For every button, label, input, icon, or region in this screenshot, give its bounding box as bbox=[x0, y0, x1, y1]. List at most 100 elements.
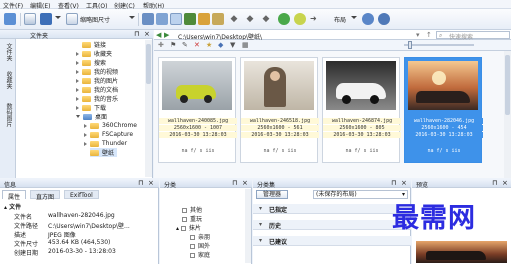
folders-scrollbar[interactable] bbox=[145, 40, 152, 177]
tab-folders[interactable]: 文件夹 bbox=[3, 43, 12, 61]
close-icon[interactable]: × bbox=[502, 179, 508, 187]
expand-arrow-icon[interactable] bbox=[76, 78, 79, 83]
tab-histogram[interactable]: 直方图 bbox=[30, 190, 61, 201]
photo-icon[interactable] bbox=[184, 13, 196, 25]
group-suggested[interactable]: ▾ 已建议 bbox=[253, 236, 411, 246]
tree-item-my-videos[interactable]: 我的视频 bbox=[76, 67, 118, 76]
tree-item-wallpaper[interactable]: 壁纸 bbox=[90, 148, 118, 157]
thumbnail-image[interactable] bbox=[408, 61, 478, 110]
group-history[interactable]: ▾ 历史 bbox=[253, 220, 411, 230]
scrollbar-thumb[interactable] bbox=[505, 55, 510, 115]
label-icon[interactable]: ✕ bbox=[194, 41, 200, 49]
tree-item-thunder[interactable]: Thunder bbox=[84, 139, 127, 148]
settings-icon[interactable] bbox=[362, 13, 374, 25]
grid-view-icon[interactable] bbox=[24, 13, 36, 25]
expand-arrow-icon[interactable] bbox=[76, 60, 79, 65]
back-icon[interactable]: ◀ bbox=[156, 31, 161, 39]
expand-arrow-icon[interactable] bbox=[84, 141, 87, 146]
checkbox[interactable] bbox=[182, 217, 187, 222]
help-icon[interactable] bbox=[378, 13, 390, 25]
content-scrollbar[interactable] bbox=[504, 51, 511, 178]
checkbox[interactable] bbox=[180, 226, 186, 231]
pin-icon[interactable]: ⊓ bbox=[391, 179, 396, 187]
checkbox[interactable] bbox=[190, 235, 195, 240]
search-input[interactable]: ⌕ 快速搜索 bbox=[436, 31, 510, 41]
expand-arrow-icon[interactable] bbox=[84, 132, 87, 137]
thumbnail-image[interactable] bbox=[162, 61, 232, 110]
tag-icon[interactable]: ✎ bbox=[182, 41, 188, 49]
tab-exiftool[interactable]: ExifTool bbox=[64, 190, 99, 199]
thumbnail-item[interactable]: wallhaven-246518.jpg 2560x1600 - 561 201… bbox=[240, 57, 319, 163]
checkbox[interactable] bbox=[190, 253, 195, 258]
refresh-icon[interactable] bbox=[278, 13, 290, 25]
tree-item-fscapture[interactable]: FSCapture bbox=[84, 130, 133, 139]
edit-icon[interactable] bbox=[198, 13, 210, 25]
pin-icon[interactable]: ⊓ bbox=[232, 179, 237, 187]
color-label-icon[interactable]: ◆ bbox=[218, 41, 223, 49]
thumbnail-size-icon[interactable] bbox=[66, 13, 78, 25]
thumbnail-size-label[interactable]: 缩略图尺寸 bbox=[80, 15, 110, 24]
slideshow-icon[interactable] bbox=[170, 13, 182, 25]
view-mode-icon[interactable]: ▦ bbox=[242, 41, 249, 49]
tab-favorites[interactable]: 收藏夹 bbox=[3, 71, 12, 89]
close-icon[interactable]: × bbox=[242, 179, 248, 187]
expand-arrow-icon[interactable] bbox=[76, 87, 79, 92]
chevron-down-icon[interactable] bbox=[350, 13, 358, 25]
expand-arrow-icon[interactable] bbox=[76, 69, 79, 74]
category-item[interactable]: 其他 bbox=[182, 205, 202, 214]
sync-icon[interactable] bbox=[294, 13, 306, 25]
zoom-slider-handle[interactable] bbox=[408, 41, 412, 49]
expand-arrow-icon[interactable] bbox=[84, 123, 87, 128]
pin-icon[interactable]: ⊓ bbox=[492, 179, 497, 187]
tree-item-search[interactable]: 搜索 bbox=[76, 58, 106, 67]
checkbox[interactable] bbox=[190, 244, 195, 249]
category-item[interactable]: 亲朋 bbox=[190, 232, 210, 241]
tab-properties[interactable]: 属性 bbox=[2, 190, 27, 201]
close-icon[interactable]: × bbox=[401, 179, 407, 187]
manager-button[interactable]: 管理器 bbox=[256, 190, 288, 199]
browser-view-icon[interactable] bbox=[4, 13, 16, 25]
flip-icon[interactable]: ◆ bbox=[260, 13, 272, 25]
filter-icon[interactable] bbox=[156, 13, 168, 25]
category-scrollbar[interactable] bbox=[245, 189, 251, 263]
chevron-down-icon[interactable] bbox=[128, 13, 136, 25]
thumbnail-image[interactable] bbox=[244, 61, 314, 110]
tree-item-favorites[interactable]: 收藏夹 bbox=[76, 49, 112, 58]
tree-item-downloads[interactable]: 下载 bbox=[76, 103, 106, 112]
category-item[interactable]: 国外 bbox=[190, 241, 210, 250]
pin-icon[interactable]: ⊓ bbox=[134, 30, 139, 38]
close-icon[interactable]: × bbox=[148, 179, 154, 187]
expand-arrow-icon[interactable] bbox=[76, 115, 80, 118]
star-icon[interactable] bbox=[40, 13, 52, 25]
rating-icon[interactable]: ★ bbox=[206, 41, 212, 49]
zoom-slider[interactable] bbox=[404, 41, 474, 49]
tree-item-my-music[interactable]: 我的音乐 bbox=[76, 94, 118, 103]
chevron-down-icon[interactable] bbox=[54, 13, 62, 25]
sort-icon[interactable] bbox=[142, 13, 154, 25]
group-assigned[interactable]: ▾ 已指定 bbox=[253, 204, 411, 214]
expand-arrow-icon[interactable] bbox=[76, 96, 79, 101]
forward-icon[interactable]: ▶ bbox=[164, 31, 169, 39]
chevron-down-icon[interactable]: ▾ bbox=[416, 31, 420, 39]
rotate-right-icon[interactable]: ◆ bbox=[244, 13, 256, 25]
info-section-file[interactable]: ▴ 文件 bbox=[4, 202, 21, 211]
tree-item-my-documents[interactable]: 我的文档 bbox=[76, 85, 118, 94]
thumbnail-item[interactable]: wallhaven-246874.jpg 2560x1600 - 805 201… bbox=[322, 57, 401, 163]
category-item[interactable]: ▴ 抹片 bbox=[176, 223, 201, 232]
layout-label[interactable]: 布局 bbox=[334, 15, 346, 24]
close-icon[interactable]: × bbox=[144, 30, 150, 38]
tab-digital-photos[interactable]: 数码图片 bbox=[3, 103, 12, 127]
thumbnail-item[interactable]: wallhaven-240085.jpg 2560x1600 - 1007 20… bbox=[158, 57, 237, 163]
up-folder-icon[interactable]: ↑ bbox=[426, 31, 432, 39]
tree-item-links[interactable]: 链接 bbox=[82, 40, 106, 49]
filter-icon[interactable]: ▼ bbox=[230, 41, 235, 49]
pin-icon[interactable]: ⊓ bbox=[138, 179, 143, 187]
favorite-icon[interactable]: ✚ bbox=[158, 41, 164, 49]
category-item[interactable]: 重玩 bbox=[182, 214, 202, 223]
tree-item-360chrome[interactable]: 360Chrome bbox=[84, 121, 137, 130]
thumbnail-image[interactable] bbox=[326, 61, 396, 110]
category-item[interactable]: 家庭 bbox=[190, 250, 210, 259]
tree-item-my-pictures[interactable]: 我的图片 bbox=[76, 76, 118, 85]
flag-icon[interactable]: ⚑ bbox=[170, 41, 176, 49]
checkbox[interactable] bbox=[182, 208, 187, 213]
